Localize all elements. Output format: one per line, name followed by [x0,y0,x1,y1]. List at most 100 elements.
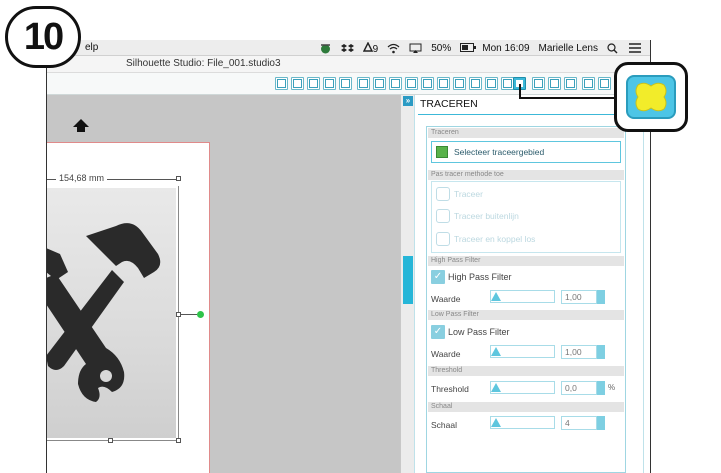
low-pass-checkbox[interactable]: ✓ Low Pass Filter [431,325,510,339]
toolbar-line-color-icon[interactable] [357,77,370,90]
high-pass-checkbox[interactable]: ✓ High Pass Filter [431,270,512,284]
method-trace-button[interactable]: Traceer [436,187,483,201]
method-trace-detach-button[interactable]: Traceer en koppel los [436,232,535,246]
toolbar-page-settings-icon[interactable] [291,77,304,90]
imported-photo[interactable] [46,188,176,438]
menu-help[interactable]: elp [85,42,98,53]
panel-title[interactable]: TRACEREN [420,98,478,110]
toolbar-send-icon[interactable] [582,77,595,90]
wifi-icon[interactable] [387,43,400,54]
threshold-unit: % [608,383,616,392]
toolbar-fill-color-icon[interactable] [339,77,352,90]
trace-button-callout [614,62,688,132]
resize-handle-bottom-right[interactable] [176,438,181,443]
method-trace-outline-button[interactable]: Traceer buitenlijn [436,209,519,223]
window-left-edge [46,40,47,473]
toolbar-text-icon[interactable] [389,77,402,90]
select-trace-area-label: Selecteer traceergebied [454,147,545,157]
threshold-slider[interactable] [490,381,555,394]
toolbar-modify-icon[interactable] [469,77,482,90]
section-scale-header: Schaal [428,402,624,412]
toolbar-transform-icon[interactable] [405,77,418,90]
resize-handle-bottom[interactable] [108,438,113,443]
user-name[interactable]: Marielle Lens [539,43,598,54]
panel-scrollbar[interactable] [403,256,413,304]
width-dimension-label: 154,68 mm [56,173,108,183]
low-pass-check-icon: ✓ [431,325,445,339]
window-title-bar: Silhouette Studio: File_001.studio3 [46,56,650,73]
trace-callout-icon [626,75,676,119]
toolbar-cut-settings-icon[interactable] [532,77,545,90]
toolbar-settings-icon[interactable] [598,77,611,90]
trace-outline-icon [436,209,450,223]
mac-menu-bar: elp 9 50% Mon 16:09 Marielle Lens [46,40,650,56]
high-pass-value-label: Waarde [431,294,461,304]
method-trace-label: Traceer [454,189,483,199]
high-pass-spinner[interactable] [597,290,605,304]
method-trace-detach-label: Traceer en koppel los [454,234,536,244]
high-pass-slider-knob[interactable] [491,292,501,301]
panel-divider: » [400,95,414,473]
select-trace-area-button[interactable]: Selecteer traceergebied [431,141,621,163]
dropbox-icon[interactable] [340,43,354,54]
resize-handle-top-right[interactable] [176,176,181,181]
panel-title-underline [418,114,646,115]
toolbar-offset-icon[interactable] [485,77,498,90]
low-pass-label: Low Pass Filter [448,327,510,337]
toolbar-rotate-icon[interactable] [421,77,434,90]
section-method-header: Pas tracer methode toe [428,170,624,180]
battery-percent: 50% [431,43,452,54]
scale-value-field[interactable]: 4 [561,416,597,430]
toolbar-zoom-icon[interactable] [323,77,336,90]
toolbar-library-icon[interactable] [548,77,561,90]
low-pass-value-label: Waarde [431,349,461,359]
panel-inner-edge [643,95,644,473]
low-pass-spinner[interactable] [597,345,605,359]
trace-area-icon [436,146,448,158]
section-high-pass-header: High Pass Filter [428,256,624,266]
step-number-badge: 10 [5,6,81,68]
clock[interactable]: Mon 16:09 [482,43,529,54]
scale-slider-knob[interactable] [491,418,501,427]
low-pass-slider-knob[interactable] [491,347,501,356]
notification-center-icon[interactable] [629,43,642,54]
high-pass-check-icon: ✓ [431,270,445,284]
callout-connector-vertical [519,84,521,98]
high-pass-slider[interactable] [490,290,555,303]
toolbar-print-icon[interactable] [275,77,288,90]
trace-detach-icon [436,232,450,246]
method-trace-outline-label: Traceer buitenlijn [454,211,519,221]
spotlight-search-icon[interactable] [607,43,620,54]
adobe-status-icon[interactable]: 9 [362,41,378,55]
toolbar-replicate-icon[interactable] [437,77,450,90]
airplay-icon[interactable] [409,43,422,54]
callout-connector [519,97,614,99]
toolbar-line-style-icon[interactable] [373,77,386,90]
toolbar-mirror-icon[interactable] [453,77,466,90]
main-toolbar [46,73,650,95]
screenshot-root: elp 9 50% Mon 16:09 Marielle Lens Silhou… [0,0,721,473]
battery-icon[interactable] [460,43,477,54]
low-pass-slider[interactable] [490,345,555,358]
app-status-icon[interactable] [319,43,332,54]
rotation-handle[interactable] [197,311,204,318]
high-pass-label: High Pass Filter [448,272,512,282]
threshold-spinner[interactable] [597,381,605,395]
section-trace-header: Traceren [428,128,624,138]
scale-slider[interactable] [490,416,555,429]
high-pass-value-field[interactable]: 1,00 [561,290,597,304]
scale-spinner[interactable] [597,416,605,430]
threshold-value-field[interactable]: 0,0 [561,381,597,395]
left-margin [0,40,46,473]
collapse-panel-icon[interactable]: » [403,96,413,106]
section-threshold-header: Threshold [428,366,624,376]
low-pass-value-field[interactable]: 1,00 [561,345,597,359]
scroll-up-arrow-stem [77,126,85,132]
toolbar-store-icon[interactable] [564,77,577,90]
threshold-slider-knob[interactable] [491,383,501,392]
hammer-wrench-image [46,223,161,402]
scale-label: Schaal [431,420,457,430]
window-title: Silhouette Studio: File_001.studio3 [126,58,281,69]
toolbar-grid-icon[interactable] [307,77,320,90]
trace-icon [436,187,450,201]
